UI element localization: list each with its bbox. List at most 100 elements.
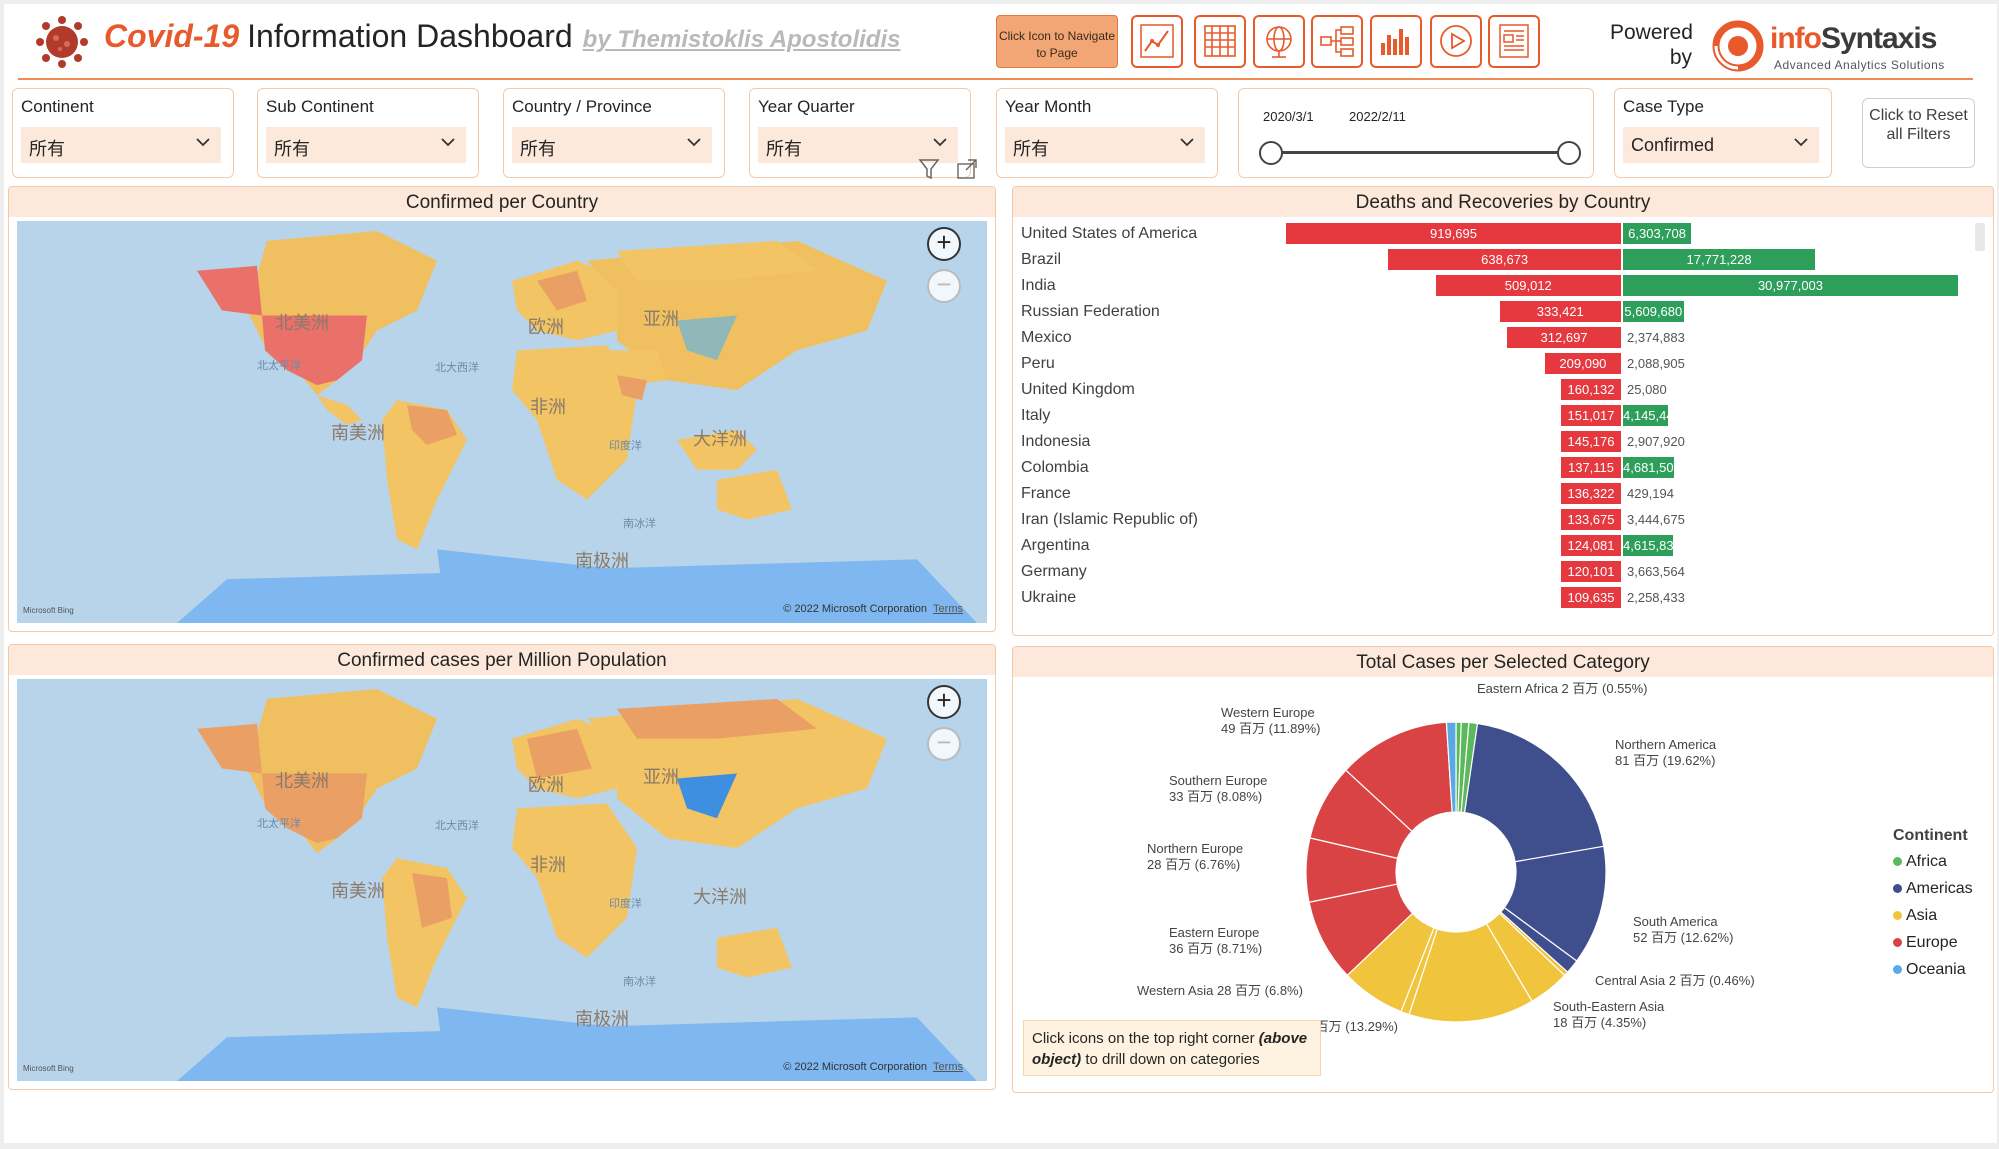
deaths-bar[interactable]: 919,695 [1286, 223, 1621, 244]
recovered-bar[interactable]: 2,258,433 [1623, 587, 1713, 608]
play-nav-button[interactable] [1430, 15, 1482, 68]
deaths-bar[interactable]: 160,132 [1561, 379, 1621, 400]
recovered-bar[interactable]: 17,771,228 [1623, 249, 1816, 270]
recovered-bar[interactable]: 4,681,505 [1623, 457, 1681, 478]
recovered-bar[interactable]: 2,088,905 [1623, 353, 1713, 374]
confirmed-map[interactable]: 北美洲 南美洲 欧洲 非洲 亚洲 大洋洲 南极洲 北太平洋 北大西洋 印度洋 南… [17, 221, 987, 623]
author-link[interactable]: by Themistoklis Apostolidis [583, 26, 901, 53]
legend-item-americas[interactable]: Americas [1893, 880, 1973, 898]
legend-item-asia[interactable]: Asia [1893, 907, 1973, 925]
continent-label-south-america: 南美洲 [331, 423, 385, 443]
deaths-bar[interactable]: 145,176 [1561, 431, 1621, 452]
recovered-bar[interactable]: 30,977,003 [1623, 275, 1958, 296]
country-dropdown[interactable]: 所有 [512, 127, 712, 163]
bar-row[interactable]: Germany 120,101 3,663,564 [1021, 561, 1981, 583]
bar-row[interactable]: Russian Federation 333,421 5,609,680 [1021, 301, 1981, 323]
label-western-europe: Western Europe 49 百万 (11.89%) [1221, 705, 1320, 737]
zoom-out-button[interactable]: − [927, 727, 961, 761]
bar-row[interactable]: India 509,012 30,977,003 [1021, 275, 1981, 297]
deaths-bar[interactable]: 333,421 [1499, 301, 1621, 322]
zoom-in-button[interactable]: + [927, 685, 961, 719]
recovered-bar[interactable]: 5,609,680 [1623, 301, 1684, 322]
zoom-in-button[interactable]: + [927, 227, 961, 261]
recovered-bar[interactable]: 6,303,708 [1623, 223, 1692, 244]
legend-label: Europe [1906, 934, 1958, 951]
per-million-map[interactable]: 北美洲 南美洲 欧洲 非洲 亚洲 大洋洲 南极洲 北太平洋 北大西洋 印度洋 南… [17, 679, 987, 1081]
terms-link[interactable]: Terms [933, 603, 963, 615]
bar-row[interactable]: Colombia 137,115 4,681,505 [1021, 457, 1981, 479]
case-type-dropdown[interactable]: Confirmed [1623, 127, 1819, 163]
deaths-bar[interactable]: 209,090 [1544, 353, 1621, 374]
country-label: Peru [1021, 355, 1055, 372]
line-chart-nav-button[interactable] [1131, 15, 1183, 68]
zoom-out-button[interactable]: − [927, 269, 961, 303]
heatmap-nav-button[interactable] [1370, 15, 1422, 68]
recovered-bar[interactable]: 2,907,920 [1623, 431, 1713, 452]
deaths-bar[interactable]: 137,115 [1561, 457, 1621, 478]
bing-logo: Microsoft Bing [23, 606, 74, 615]
bar-row[interactable]: Brazil 638,673 17,771,228 [1021, 249, 1981, 271]
deaths-bar[interactable]: 151,017 [1561, 405, 1621, 426]
donut-slice-northern-america[interactable] [1463, 722, 1605, 863]
recovered-bar[interactable]: 25,080 [1623, 379, 1713, 400]
recovered-bar[interactable]: 4,145,445 [1623, 405, 1681, 426]
infosyntaxis-logo[interactable]: infoSyntaxis Advanced Analytics Solution… [1712, 18, 1972, 74]
sub-continent-filter-label: Sub Continent [266, 97, 374, 116]
date-start-handle[interactable] [1259, 141, 1283, 165]
terms-link[interactable]: Terms [933, 1061, 963, 1073]
recovered-bar[interactable]: 3,444,675 [1623, 509, 1713, 530]
bar-row[interactable]: Peru 209,090 2,088,905 [1021, 353, 1981, 375]
deaths-bar[interactable]: 312,697 [1507, 327, 1621, 348]
label-central-asia: Central Asia 2 百万 (0.46%) [1595, 973, 1755, 988]
deaths-bar[interactable]: 136,322 [1561, 483, 1621, 504]
recovered-bar[interactable]: 429,194 [1623, 483, 1713, 504]
recovered-bar[interactable]: 2,374,883 [1623, 327, 1713, 348]
deaths-recoveries-panel: Deaths and Recoveries by Country United … [1012, 186, 1994, 636]
deaths-bar[interactable]: 638,673 [1388, 249, 1621, 270]
bar-row[interactable]: France 136,322 429,194 [1021, 483, 1981, 505]
bar-row[interactable]: Indonesia 145,176 2,907,920 [1021, 431, 1981, 453]
bar-row[interactable]: Mexico 312,697 2,374,883 [1021, 327, 1981, 349]
bar-row[interactable]: Ukraine 109,635 2,258,433 [1021, 587, 1981, 609]
focus-mode-icon[interactable] [957, 159, 977, 179]
recovered-bar[interactable]: 3,663,564 [1623, 561, 1713, 582]
country-label: Indonesia [1021, 433, 1091, 450]
sub-continent-dropdown[interactable]: 所有 [266, 127, 466, 163]
table-nav-button[interactable] [1194, 15, 1246, 68]
date-end-value[interactable]: 2022/2/11 [1349, 109, 1406, 124]
bar-row[interactable]: Argentina 124,081 4,615,834 [1021, 535, 1981, 557]
country-label: Colombia [1021, 459, 1089, 476]
country-label: Ukraine [1021, 589, 1077, 606]
reset-filters-button[interactable]: Click to Reset all Filters [1862, 98, 1975, 168]
date-end-handle[interactable] [1557, 141, 1581, 165]
year-month-dropdown[interactable]: 所有 [1005, 127, 1205, 163]
bar-row[interactable]: Iran (Islamic Republic of) 133,675 3,444,6… [1021, 509, 1981, 531]
legend-item-africa[interactable]: Africa [1893, 853, 1973, 871]
deaths-bar[interactable]: 124,081 [1561, 535, 1621, 556]
label-eastern-europe-value: 36 百万 (8.71%) [1169, 941, 1263, 956]
deaths-bar[interactable]: 509,012 [1435, 275, 1621, 296]
bar-row[interactable]: United States of America 919,695 6,303,708 [1021, 223, 1981, 245]
decomposition-tree-nav-button[interactable] [1311, 15, 1363, 68]
deaths-bar[interactable]: 133,675 [1561, 509, 1621, 530]
continent-dropdown[interactable]: 所有 [21, 127, 221, 163]
globe-nav-button[interactable] [1253, 15, 1305, 68]
date-start-value[interactable]: 2020/3/1 [1263, 109, 1314, 124]
deaths-bar[interactable]: 120,101 [1561, 561, 1621, 582]
legend-item-oceania[interactable]: Oceania [1893, 961, 1973, 979]
legend-item-europe[interactable]: Europe [1893, 934, 1973, 952]
deaths-bar[interactable]: 109,635 [1561, 587, 1621, 608]
continent-label-europe: 欧洲 [528, 775, 564, 795]
date-slider-track[interactable] [1271, 151, 1569, 154]
recovered-bar[interactable]: 4,615,834 [1623, 535, 1681, 556]
label-south-america-name: South America [1633, 914, 1718, 929]
chart-scrollbar[interactable] [1975, 223, 1985, 251]
report-nav-button[interactable] [1488, 15, 1540, 68]
continent-label-asia: 亚洲 [643, 767, 679, 787]
per-million-map-panel: Confirmed cases per Million Population 北 [8, 644, 996, 1090]
filter-icon[interactable] [918, 159, 940, 180]
legend-title: Continent [1893, 827, 1968, 844]
continent-label-antarctica: 南极洲 [575, 551, 629, 571]
bar-row[interactable]: Italy 151,017 4,145,445 [1021, 405, 1981, 427]
bar-row[interactable]: United Kingdom 160,132 25,080 [1021, 379, 1981, 401]
